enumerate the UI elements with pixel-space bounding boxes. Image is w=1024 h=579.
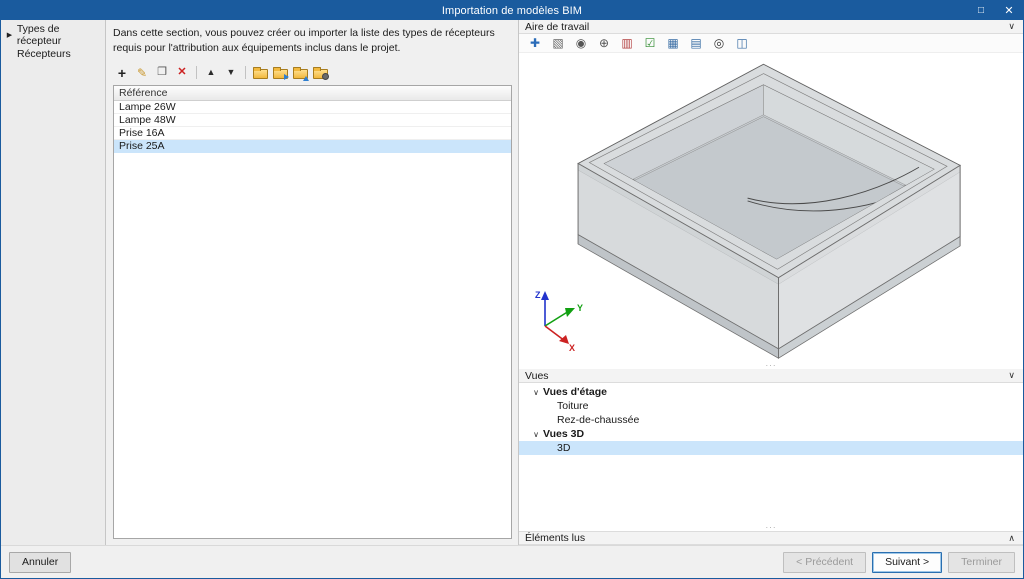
- maximize-button[interactable]: □: [967, 1, 995, 20]
- viewer-toolbar: ✚ ▧ ◉ ⊕ ▥ ☑ ▦ ▤ ◎ ◫: [519, 34, 1023, 53]
- tree-group-vues-3d[interactable]: ∨ Vues 3D: [519, 427, 1023, 441]
- pan-icon: ⊕: [598, 36, 610, 50]
- edit-button[interactable]: ✎: [133, 64, 151, 81]
- visibility-button[interactable]: ◎: [710, 35, 728, 52]
- next-button[interactable]: Suivant >: [872, 551, 943, 573]
- views-title: Vues: [525, 369, 549, 382]
- move-down-button[interactable]: ▼: [222, 64, 240, 81]
- copy-icon: ❐: [157, 66, 167, 79]
- pencil-icon: ✎: [136, 65, 148, 80]
- sidebar-item-label: Types de récepteur: [16, 22, 62, 47]
- receptor-toolbar: + ✎ ❐ ✕ ▲ ▼: [113, 64, 512, 82]
- table-row[interactable]: Lampe 26W: [114, 101, 511, 115]
- window-title: Importation de modèles BIM: [441, 4, 583, 17]
- sheet-view-button[interactable]: ▥: [618, 35, 636, 52]
- chevron-down-icon: ∨: [1008, 21, 1015, 31]
- tree-item-toiture[interactable]: Toiture: [519, 399, 1023, 413]
- viewport-3d[interactable]: Z Y X: [519, 53, 1023, 362]
- splitter-handle[interactable]: ···: [519, 361, 1023, 369]
- section-description: Dans cette section, vous pouvez créer ou…: [113, 27, 495, 54]
- chevron-down-icon: ∨: [1008, 370, 1015, 380]
- toolbar-separator: [196, 66, 197, 80]
- import-folder-button-1[interactable]: [251, 64, 269, 81]
- column-header-reference[interactable]: Référence: [114, 86, 511, 102]
- workspace-panel: Aire de travail ∨ ✚ ▧ ◉ ⊕ ▥ ☑ ▦ ▤ ◎ ◫ Z …: [518, 20, 1023, 545]
- move-up-button[interactable]: ▲: [202, 64, 220, 81]
- tree-item-3d-selected[interactable]: 3D: [519, 441, 1023, 455]
- selected-arrow-icon: ▶: [6, 31, 13, 39]
- tree-group-label: Vues d'étage: [543, 386, 607, 398]
- receptor-types-panel: Dans cette section, vous pouvez créer ou…: [106, 20, 518, 545]
- focus-icon: ◉: [575, 36, 587, 50]
- workspace-header[interactable]: Aire de travail ∨: [519, 20, 1023, 34]
- delete-icon: ✕: [177, 66, 187, 79]
- tree-group-label: Vues 3D: [543, 428, 585, 440]
- elements-header[interactable]: Éléments lus ∧: [519, 531, 1023, 545]
- bim-model-3d: [577, 63, 962, 359]
- folder-import-icon: [272, 67, 289, 81]
- check-table-icon: ☑: [644, 36, 656, 50]
- table-view-button[interactable]: ▦: [664, 35, 682, 52]
- table-icon: ▦: [667, 36, 679, 50]
- window-controls: □ ✕: [967, 1, 1023, 20]
- focus-tool-button[interactable]: ◉: [572, 35, 590, 52]
- measure-icon: ✚: [529, 36, 541, 50]
- check-table-button[interactable]: ☑: [641, 35, 659, 52]
- toolbar-separator: [245, 66, 246, 80]
- add-button[interactable]: +: [113, 64, 131, 81]
- sidebar-item-types-recepteur[interactable]: ▶ Types de récepteur: [1, 22, 105, 47]
- close-button[interactable]: ✕: [995, 1, 1023, 20]
- workspace-title: Aire de travail: [525, 20, 590, 33]
- import-folder-button-4[interactable]: [311, 64, 329, 81]
- dialog-body: ▶ Types de récepteur Récepteurs Dans cet…: [1, 20, 1023, 545]
- axis-x-label: X: [569, 343, 575, 352]
- cube-3d-icon: ◫: [736, 36, 748, 50]
- eye-icon: ◎: [713, 36, 725, 50]
- footer: Annuler < Précédent Suivant > Terminer: [1, 545, 1023, 578]
- views-tree: ∨ Vues d'étage Toiture Rez-de-chaussée ∨…: [519, 383, 1023, 524]
- arrow-up-icon: ▲: [206, 67, 216, 78]
- views-header[interactable]: Vues ∨: [519, 369, 1023, 383]
- view-3d-button[interactable]: ◫: [733, 35, 751, 52]
- copy-button[interactable]: ❐: [153, 64, 171, 81]
- layers-icon: ▤: [690, 36, 702, 50]
- pan-tool-button[interactable]: ⊕: [595, 35, 613, 52]
- folder-config-icon: [312, 67, 329, 81]
- orbit-tool-button[interactable]: ▧: [549, 35, 567, 52]
- finish-button[interactable]: Terminer: [948, 551, 1015, 573]
- tree-group-vues-d-etage[interactable]: ∨ Vues d'étage: [519, 385, 1023, 399]
- axes-gizmo: Z Y X: [535, 290, 583, 352]
- expander-icon[interactable]: ∨: [531, 430, 541, 439]
- cancel-button[interactable]: Annuler: [9, 551, 72, 573]
- import-folder-button-2[interactable]: [271, 64, 289, 81]
- sidebar-item-recepteurs[interactable]: Récepteurs: [1, 44, 105, 63]
- folder-icon: [252, 67, 268, 80]
- measure-tool-button[interactable]: ✚: [526, 35, 544, 52]
- expander-icon[interactable]: ∨: [531, 388, 541, 397]
- plus-icon: +: [117, 64, 127, 81]
- arrow-down-icon: ▼: [226, 67, 236, 78]
- orbit-icon: ▧: [552, 36, 564, 50]
- import-folder-button-3[interactable]: [291, 64, 309, 82]
- receptor-table: Référence Lampe 26W Lampe 48W Prise 16A …: [113, 85, 512, 539]
- table-row[interactable]: Prise 16A: [114, 127, 511, 141]
- tree-item-rez-de-chaussee[interactable]: Rez-de-chaussée: [519, 413, 1023, 427]
- bim-import-dialog: Importation de modèles BIM □ ✕ ▶ Types d…: [0, 0, 1024, 579]
- previous-button[interactable]: < Précédent: [783, 551, 867, 573]
- sidebar-item-label: Récepteurs: [17, 47, 71, 60]
- table-row-selected[interactable]: Prise 25A: [114, 140, 511, 154]
- splitter-handle[interactable]: ···: [519, 523, 1023, 531]
- titlebar: Importation de modèles BIM □ ✕: [1, 1, 1023, 20]
- sheet-icon: ▥: [621, 36, 633, 50]
- axis-y-label: Y: [577, 303, 583, 313]
- chevron-up-icon: ∧: [1008, 532, 1015, 543]
- layers-button[interactable]: ▤: [687, 35, 705, 52]
- folder-export-icon: [292, 67, 309, 82]
- axis-z-label: Z: [535, 290, 541, 300]
- elements-title: Éléments lus: [525, 532, 586, 544]
- table-row[interactable]: Lampe 48W: [114, 114, 511, 128]
- delete-button[interactable]: ✕: [173, 64, 191, 81]
- sidebar: ▶ Types de récepteur Récepteurs: [1, 20, 106, 545]
